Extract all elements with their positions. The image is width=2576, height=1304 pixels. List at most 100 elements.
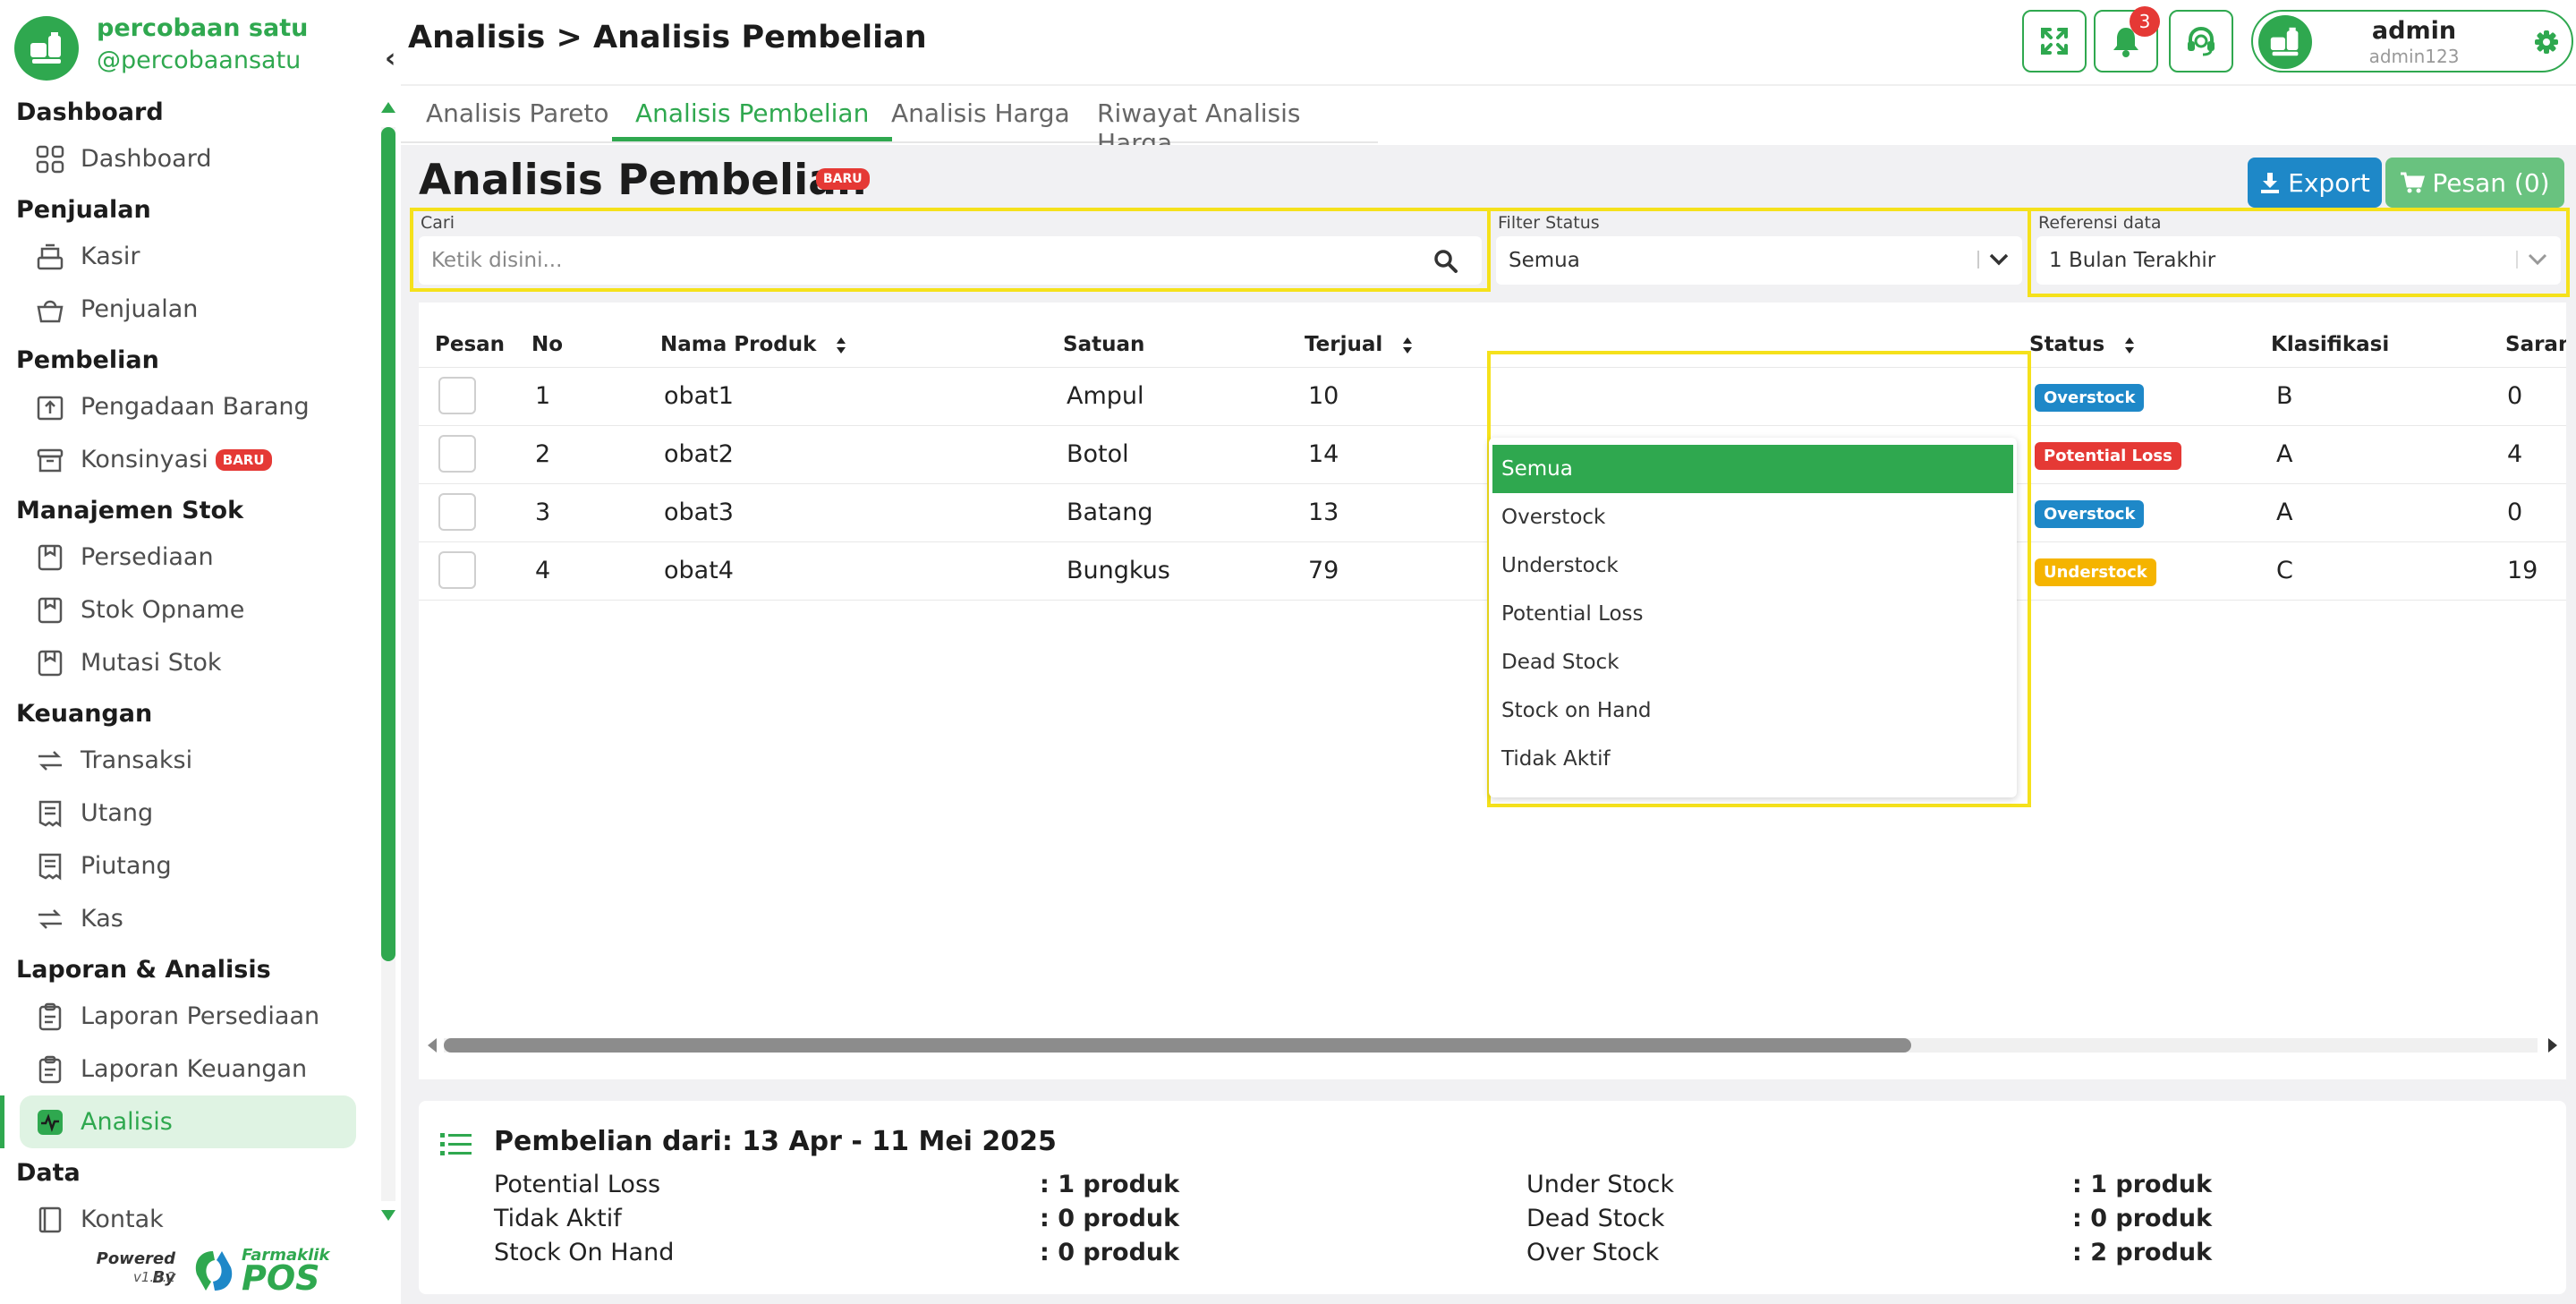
search-placeholder: Ketik disini...: [431, 249, 563, 272]
procurement-icon: [34, 391, 66, 423]
sidebar-item-pengadaan-barang[interactable]: Pengadaan Barang: [0, 380, 367, 433]
order-checkbox[interactable]: [438, 377, 476, 414]
cell-klasifikasi: A: [2276, 499, 2293, 526]
basket-icon: [34, 294, 66, 326]
sidebar-item-mutasi-stok[interactable]: Mutasi Stok: [0, 636, 367, 689]
support-button[interactable]: [2169, 10, 2233, 72]
sidebar-item-persediaan[interactable]: Persediaan: [0, 531, 367, 584]
new-badge: BARU: [816, 168, 870, 190]
summary-value: : 0 produk: [2072, 1205, 2213, 1232]
summary-label: Over Stock: [1526, 1239, 1660, 1266]
status-option-dead-stock[interactable]: Dead Stock: [1492, 638, 2013, 686]
column-header-status[interactable]: Status: [2029, 333, 2135, 356]
main-content: Analisis Pembelian BARU Export Pesan (0)…: [401, 145, 2576, 1304]
cell-terjual: 79: [1308, 557, 1339, 584]
sidebar-item-label: Piutang: [81, 852, 172, 880]
scrollbar-thumb[interactable]: [444, 1038, 1911, 1053]
brand-name: percobaan satu: [97, 14, 309, 42]
reference-select[interactable]: 1 Bulan Terakhir: [2036, 236, 2561, 285]
sidebar-section-title: Dashboard: [16, 98, 164, 126]
download-icon: [2261, 173, 2280, 193]
table-horizontal-scrollbar[interactable]: [419, 1027, 2566, 1063]
sidebar-item-transaksi[interactable]: Transaksi: [0, 734, 367, 787]
order-checkbox[interactable]: [438, 493, 476, 531]
search-icon[interactable]: [1433, 249, 1458, 274]
sidebar-item-piutang[interactable]: Piutang: [0, 840, 367, 892]
reference-select-value: 1 Bulan Terakhir: [2049, 249, 2216, 272]
sidebar-item-kasir[interactable]: Kasir: [0, 230, 367, 283]
pesan-button[interactable]: Pesan (0): [2385, 158, 2564, 208]
order-checkbox[interactable]: [438, 551, 476, 589]
export-button[interactable]: Export: [2248, 158, 2382, 208]
sidebar-item-label: Kas: [81, 905, 123, 933]
column-header-terjual[interactable]: Terjual: [1305, 333, 1413, 356]
sort-icon[interactable]: [2124, 337, 2135, 354]
farmaklik-logo-icon: [195, 1251, 233, 1291]
analysis-tabs: Analisis Pareto Analisis Pembelian Anali…: [401, 86, 1378, 158]
tab-analisis-pareto[interactable]: Analisis Pareto: [426, 98, 609, 141]
sidebar-section-title: Data: [16, 1159, 81, 1187]
sidebar-item-utang[interactable]: Utang: [0, 787, 367, 840]
notification-button[interactable]: 3: [2094, 6, 2160, 72]
sidebar-item-label: Penjualan: [81, 295, 199, 323]
scroll-right-icon[interactable]: [2546, 1036, 2559, 1054]
tab-analisis-harga[interactable]: Analisis Harga: [891, 98, 1070, 141]
sort-icon[interactable]: [1402, 337, 1413, 354]
cell-klasifikasi: B: [2276, 382, 2293, 410]
fullscreen-button[interactable]: [2022, 10, 2087, 72]
status-option-overstock[interactable]: Overstock: [1492, 493, 2013, 541]
sidebar-section-title: Manajemen Stok: [16, 497, 244, 524]
status-option-potential-loss[interactable]: Potential Loss: [1492, 590, 2013, 638]
user-menu[interactable]: admin admin123: [2251, 10, 2573, 72]
sidebar-item-kontak[interactable]: Kontak: [0, 1193, 367, 1246]
cell-terjual: 14: [1308, 440, 1339, 468]
cash-register-icon: [34, 241, 66, 273]
tab-riwayat-analisis-harga[interactable]: Riwayat Analisis Harga: [1097, 98, 1378, 158]
summary-label: Dead Stock: [1526, 1205, 1665, 1232]
activity-icon: [34, 1106, 66, 1138]
scroll-left-icon[interactable]: [426, 1036, 438, 1054]
tab-analisis-pembelian[interactable]: Analisis Pembelian: [612, 98, 893, 141]
status-select[interactable]: Semua: [1496, 236, 2022, 285]
status-option-tidak-aktif[interactable]: Tidak Aktif: [1492, 735, 2013, 783]
cell-nama-produk: obat2: [664, 440, 734, 468]
sidebar-scrollbar[interactable]: [376, 100, 401, 1228]
gear-icon[interactable]: [2534, 30, 2559, 55]
column-header-no: No: [531, 333, 564, 356]
sidebar-section-title: Penjualan: [16, 196, 151, 224]
receipt-icon: [34, 850, 66, 882]
avatar: [2258, 15, 2312, 69]
chevron-down-icon[interactable]: [2527, 252, 2548, 267]
column-header-klasifikasi: Klasifikasi: [2271, 333, 2390, 356]
summary-value: : 1 produk: [2072, 1171, 2213, 1198]
cell-terjual: 13: [1308, 499, 1339, 526]
sidebar-item-laporan-keuangan[interactable]: Laporan Keuangan: [0, 1043, 367, 1095]
sidebar-item-laporan-persediaan[interactable]: Laporan Persediaan: [0, 990, 367, 1043]
column-header-pesan: Pesan: [435, 333, 506, 356]
clipboard-icon: [34, 1053, 66, 1086]
sort-icon[interactable]: [836, 337, 846, 354]
sidebar-item-kas[interactable]: Kas: [0, 892, 367, 945]
status-option-semua[interactable]: Semua: [1492, 445, 2013, 493]
sidebar-collapse-button[interactable]: ‹: [385, 43, 395, 74]
scroll-up-icon[interactable]: [379, 100, 397, 115]
scroll-down-icon[interactable]: [379, 1208, 397, 1223]
sidebar: percobaan satu @percobaansatu ‹ Dashboar…: [0, 0, 401, 1304]
sidebar-item-dashboard[interactable]: Dashboard: [0, 132, 367, 185]
cell-no: 3: [535, 499, 551, 526]
column-header-nama-produk[interactable]: Nama Produk: [660, 333, 846, 356]
chevron-down-icon[interactable]: [1988, 252, 2010, 267]
status-option-stock-on-hand[interactable]: Stock on Hand: [1492, 686, 2013, 735]
sidebar-item-analisis[interactable]: Analisis: [0, 1095, 356, 1148]
version-text: v1.6.2: [132, 1269, 175, 1285]
sidebar-item-konsinyasi[interactable]: Konsinyasi BARU: [0, 433, 367, 486]
search-input[interactable]: Ketik disini...: [419, 236, 1482, 285]
status-option-understock[interactable]: Understock: [1492, 541, 2013, 590]
summary-value: : 1 produk: [1040, 1171, 1180, 1198]
sidebar-item-penjualan[interactable]: Penjualan: [0, 283, 367, 336]
order-checkbox[interactable]: [438, 435, 476, 473]
scrollbar-thumb[interactable]: [381, 127, 395, 961]
summary-label: Under Stock: [1526, 1171, 1675, 1198]
sidebar-menu: Dashboard Dashboard Penjualan Kasir Penjuala…: [0, 88, 367, 1246]
sidebar-item-stok-opname[interactable]: Stok Opname: [0, 584, 367, 636]
